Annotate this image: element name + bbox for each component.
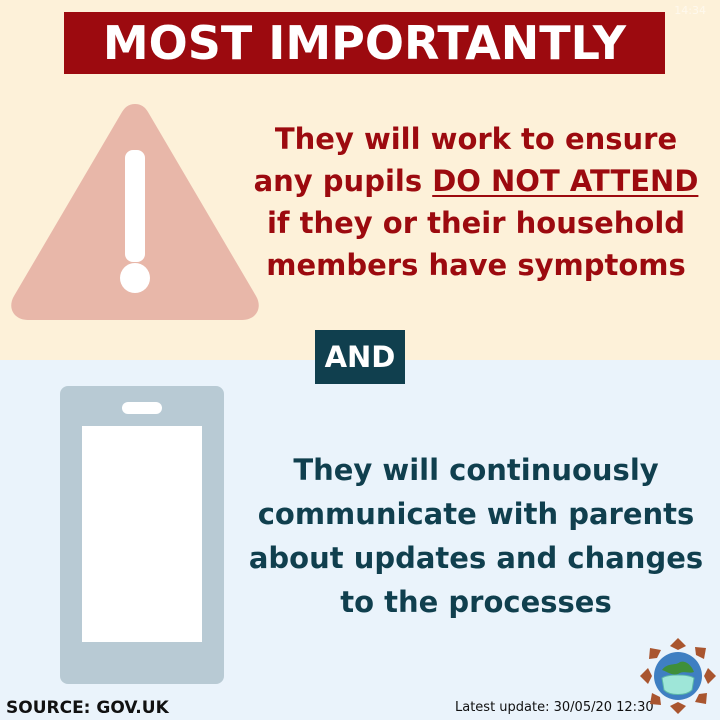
top-message-line-2: any pupils DO NOT ATTEND [238,160,714,202]
emphasis-do-not-attend: DO NOT ATTEND [432,164,699,198]
and-divider-badge: AND [315,330,405,384]
top-message-line-4: members have symptoms [266,248,686,282]
top-message-line-3: if they or their household [266,206,686,240]
top-message-line-1: They will work to ensure [274,122,678,156]
exclamation-dot [120,263,150,293]
top-message-line-2-text: any pupils [253,164,433,198]
phone-speaker [122,402,162,414]
timestamp-overlay: 14:34 [674,4,706,17]
bottom-message-line-3: about updates and changes [248,541,704,575]
bottom-message-line-2: communicate with parents [257,497,695,531]
bottom-message: They will continuously communicate with … [238,448,714,624]
exclamation-bar [125,150,145,262]
warning-triangle-icon [11,104,259,320]
bottom-message-line-4: to the processes [340,585,612,619]
phone-screen [82,426,202,642]
top-message: They will work to ensure any pupils DO N… [238,118,714,286]
source-label: SOURCE: GOV.UK [6,698,169,718]
globe-with-mask-logo [640,638,716,714]
last-update-label: Latest update: 30/05/20 12:30 [455,700,654,715]
bottom-message-line-1: They will continuously [293,453,659,487]
logo-mask [661,674,695,695]
smartphone-icon [60,386,224,684]
page-title: MOST IMPORTANTLY [64,12,665,74]
